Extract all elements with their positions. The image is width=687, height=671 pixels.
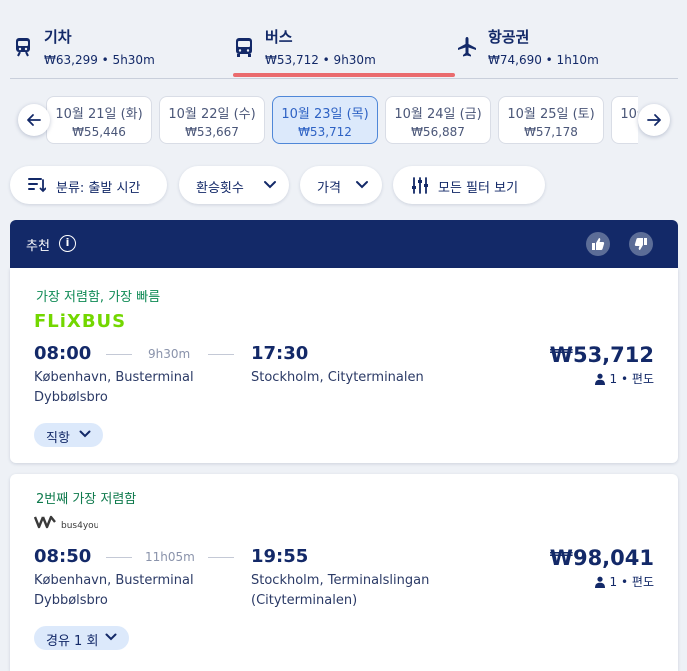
duration-line — [208, 557, 234, 558]
transfers-label: 환승횟수 — [196, 181, 244, 196]
person-icon — [594, 373, 605, 385]
duration-line — [106, 557, 132, 558]
result-card[interactable]: 2번째 가장 저렴함 bus4you 08:50 11h05m 19:55 Kø… — [10, 474, 678, 671]
chevron-down-icon — [264, 181, 276, 189]
info-icon[interactable]: i — [59, 235, 76, 252]
price-label: 가격 — [317, 181, 341, 196]
date-price: ₩55,446 — [72, 125, 126, 139]
recommended-label: 추천 — [26, 239, 50, 254]
date-label: 10월 22일 (수) — [168, 107, 256, 122]
departure-time: 08:50 — [34, 546, 92, 567]
trip-duration: 9h30m — [148, 347, 191, 361]
filter-bar: 분류: 출발 시간 환승횟수 가격 모든 필터 보기 — [0, 166, 687, 206]
svg-text:bus4you: bus4you — [61, 521, 98, 530]
next-dates-button[interactable] — [638, 104, 670, 136]
departure-place: København, Busterminal Dybbølsbro — [34, 370, 194, 405]
result-tag: 2번째 가장 저렴함 — [36, 492, 137, 507]
arrival-place: Stockholm, Terminalslingan (Cityterminal… — [251, 573, 430, 608]
price: ₩53,712 — [549, 343, 654, 367]
date-card[interactable]: 10월 24일 (금) ₩56,887 — [385, 96, 491, 144]
tab-bus-title: 버스 — [265, 28, 293, 46]
chevron-down-icon — [356, 181, 368, 189]
date-card[interactable]: 10월 25일 (토) ₩57,178 — [498, 96, 604, 144]
date-label: 10월 23일 (목) — [281, 107, 369, 122]
bus-icon — [236, 38, 252, 57]
stops-label: 경유 1 회 — [46, 634, 99, 649]
date-label: 10월 25일 (토) — [507, 107, 595, 122]
thumbs-down-button[interactable] — [629, 232, 653, 256]
sort-icon — [28, 178, 46, 193]
date-card[interactable]: 10월 22일 (수) ₩53,667 — [159, 96, 265, 144]
date-label: 10월 24일 (금) — [394, 107, 482, 122]
tab-train-subtitle: ₩63,299 • 5h30m — [44, 53, 155, 67]
tab-bus-subtitle: ₩53,712 • 9h30m — [265, 53, 376, 67]
stops-dropdown[interactable]: 경유 1 회 — [34, 626, 129, 650]
tab-bus[interactable]: 버스 ₩53,712 • 9h30m — [233, 22, 455, 78]
thumbs-up-button[interactable] — [586, 232, 610, 256]
selected-tab-indicator — [233, 73, 455, 77]
arrival-place: Stockholm, Cityterminalen — [251, 370, 424, 385]
date-card[interactable]: 10월 21일 (화) ₩55,446 — [46, 96, 152, 144]
tab-flight-subtitle: ₩74,690 • 1h10m — [488, 53, 599, 67]
date-price: ₩56,887 — [411, 125, 465, 139]
trip-type: 편도 — [631, 575, 654, 589]
tab-train[interactable]: 기차 ₩63,299 • 5h30m — [12, 22, 212, 78]
transfers-filter-button[interactable]: 환승횟수 — [179, 166, 289, 204]
all-filters-button[interactable]: 모든 필터 보기 — [393, 166, 545, 204]
stops-label: 직항 — [46, 431, 70, 446]
stops-dropdown[interactable]: 직항 — [34, 423, 103, 447]
arrival-time: 17:30 — [251, 343, 309, 364]
departure-time: 08:00 — [34, 343, 92, 364]
trip-type: 편도 — [631, 372, 654, 386]
price: ₩98,041 — [549, 546, 654, 570]
arrow-right-icon — [647, 114, 661, 126]
date-card-selected[interactable]: 10월 23일 (목) ₩53,712 — [272, 96, 378, 144]
result-tag: 가장 저렴함, 가장 빠름 — [36, 290, 161, 305]
sort-button[interactable]: 분류: 출발 시간 — [10, 166, 167, 204]
arrow-left-icon — [27, 114, 41, 126]
sliders-icon — [412, 177, 428, 194]
date-price: ₩53,667 — [185, 125, 239, 139]
date-price: ₩53,712 — [298, 125, 352, 139]
thumbs-down-icon — [634, 238, 647, 250]
departure-place: København, Busterminal Dybbølsbro — [34, 573, 194, 608]
recommended-header: 추천 i — [10, 220, 678, 268]
tab-flight-title: 항공권 — [488, 28, 530, 46]
tabs-divider — [10, 78, 678, 79]
passenger-info: 1 • 편도 — [594, 370, 654, 387]
previous-dates-button[interactable] — [18, 104, 50, 136]
date-list: 10월 21일 (화) ₩55,446 10월 22일 (수) ₩53,667 … — [40, 92, 638, 148]
operator-logo-flixbus: FLiXBUS — [34, 311, 127, 332]
chevron-down-icon — [79, 430, 91, 438]
price-filter-button[interactable]: 가격 — [300, 166, 382, 204]
all-filters-label: 모든 필터 보기 — [438, 181, 519, 196]
tab-train-title: 기차 — [44, 28, 72, 46]
person-icon — [594, 576, 605, 588]
passenger-info: 1 • 편도 — [594, 573, 654, 590]
date-label: 10월 21일 (화) — [55, 107, 143, 122]
date-label: 10월 26일 (일) — [620, 107, 638, 122]
arrival-time: 19:55 — [251, 546, 309, 567]
operator-logo-bus4you: bus4you — [34, 515, 98, 530]
thumbs-up-icon — [592, 238, 605, 250]
passenger-count: 1 — [609, 372, 618, 386]
transport-mode-tabs: 기차 ₩63,299 • 5h30m 버스 ₩53,712 • 9h30m 항공… — [0, 0, 687, 80]
duration-line — [106, 354, 132, 355]
date-card[interactable]: 10월 26일 (일) — [611, 96, 638, 144]
tab-flight[interactable]: 항공권 ₩74,690 • 1h10m — [456, 22, 656, 78]
date-price: ₩57,178 — [524, 125, 578, 139]
result-card[interactable]: 가장 저렴함, 가장 빠름 FLiXBUS 08:00 9h30m 17:30 … — [10, 268, 678, 463]
sort-label: 분류: 출발 시간 — [56, 181, 141, 196]
airplane-icon — [458, 37, 476, 57]
duration-line — [208, 354, 234, 355]
train-icon — [16, 38, 30, 57]
trip-duration: 11h05m — [145, 550, 195, 564]
passenger-count: 1 — [609, 575, 618, 589]
date-selector: 10월 21일 (화) ₩55,446 10월 22일 (수) ₩53,667 … — [0, 92, 687, 148]
chevron-down-icon — [105, 633, 117, 641]
